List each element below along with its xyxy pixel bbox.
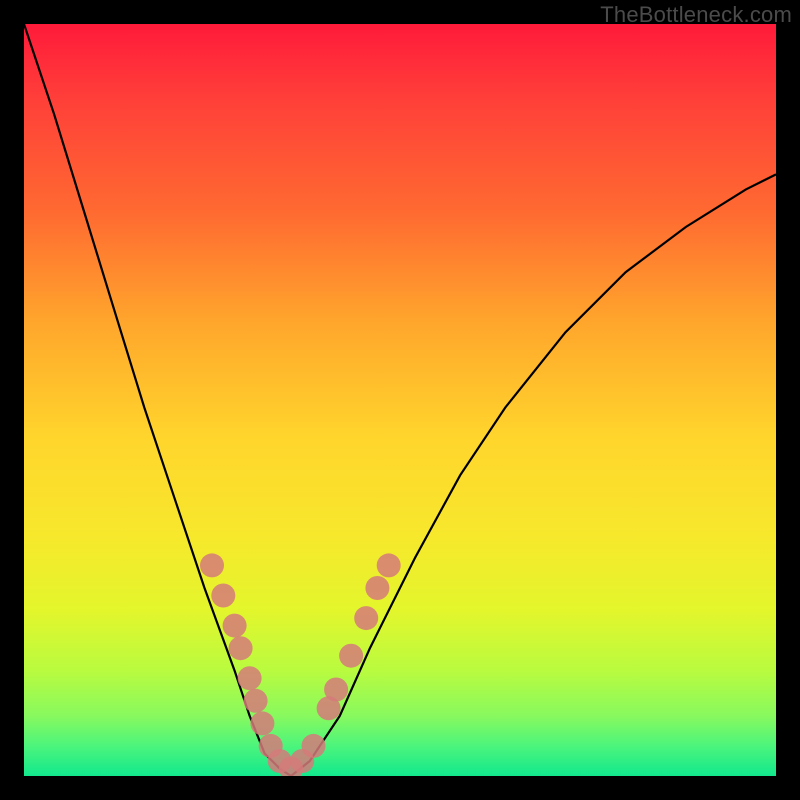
marker-group xyxy=(200,553,401,776)
marker-dot xyxy=(365,576,389,600)
plot-area xyxy=(24,24,776,776)
marker-dot xyxy=(223,614,247,638)
marker-dot xyxy=(324,678,348,702)
marker-dot xyxy=(377,553,401,577)
watermark-text: TheBottleneck.com xyxy=(600,2,792,28)
bottleneck-curve xyxy=(24,24,776,776)
marker-dot xyxy=(211,584,235,608)
marker-dot xyxy=(339,644,363,668)
marker-dot xyxy=(229,636,253,660)
marker-dot xyxy=(354,606,378,630)
curve-svg xyxy=(24,24,776,776)
chart-frame: TheBottleneck.com xyxy=(0,0,800,800)
marker-dot xyxy=(244,689,268,713)
marker-dot xyxy=(250,711,274,735)
marker-dot xyxy=(200,553,224,577)
marker-dot xyxy=(238,666,262,690)
marker-dot xyxy=(302,734,326,758)
